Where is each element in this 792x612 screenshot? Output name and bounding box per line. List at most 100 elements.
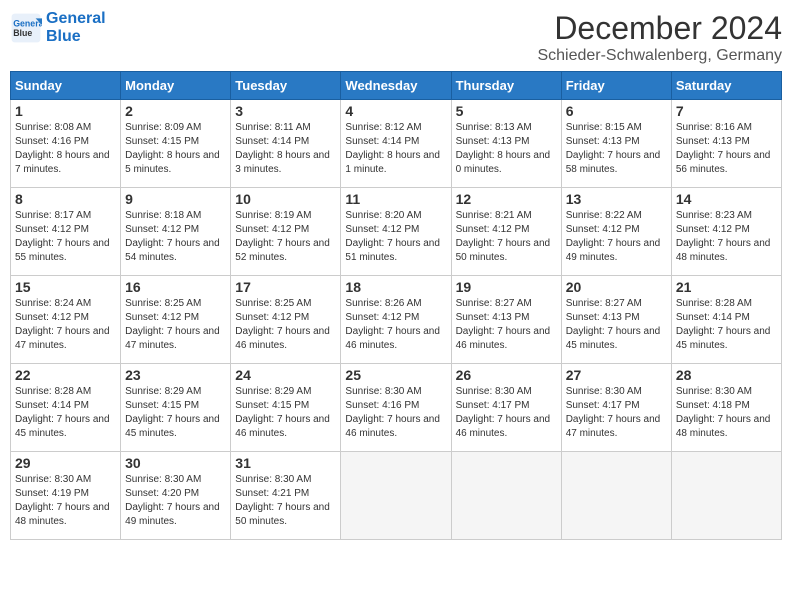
calendar-cell bbox=[451, 452, 561, 540]
day-number: 23 bbox=[125, 367, 226, 383]
calendar-cell: 16 Sunrise: 8:25 AMSunset: 4:12 PMDayligh… bbox=[121, 276, 231, 364]
cell-info: Sunrise: 8:16 AMSunset: 4:13 PMDaylight:… bbox=[676, 121, 777, 177]
header: General Blue General Blue December 2024 … bbox=[10, 10, 782, 65]
day-number: 5 bbox=[456, 103, 557, 119]
calendar-cell bbox=[341, 452, 451, 540]
cell-info: Sunrise: 8:27 AMSunset: 4:13 PMDaylight:… bbox=[456, 297, 557, 353]
day-number: 31 bbox=[235, 455, 336, 471]
day-number: 19 bbox=[456, 279, 557, 295]
day-number: 27 bbox=[566, 367, 667, 383]
calendar-cell: 25 Sunrise: 8:30 AMSunset: 4:16 PMDayligh… bbox=[341, 364, 451, 452]
calendar-cell: 3 Sunrise: 8:11 AMSunset: 4:14 PMDaylight… bbox=[231, 100, 341, 188]
day-number: 14 bbox=[676, 191, 777, 207]
day-number: 3 bbox=[235, 103, 336, 119]
cell-info: Sunrise: 8:28 AMSunset: 4:14 PMDaylight:… bbox=[15, 385, 116, 441]
calendar-cell: 21 Sunrise: 8:28 AMSunset: 4:14 PMDayligh… bbox=[671, 276, 781, 364]
cell-info: Sunrise: 8:30 AMSunset: 4:16 PMDaylight:… bbox=[345, 385, 446, 441]
cell-info: Sunrise: 8:12 AMSunset: 4:14 PMDaylight:… bbox=[345, 121, 446, 177]
calendar-cell: 4 Sunrise: 8:12 AMSunset: 4:14 PMDaylight… bbox=[341, 100, 451, 188]
calendar-cell: 5 Sunrise: 8:13 AMSunset: 4:13 PMDaylight… bbox=[451, 100, 561, 188]
calendar-cell: 14Sunrise: 8:23 AMSunset: 4:12 PMDayligh… bbox=[671, 188, 781, 276]
calendar-cell: 17 Sunrise: 8:25 AMSunset: 4:12 PMDayligh… bbox=[231, 276, 341, 364]
calendar-cell: 12Sunrise: 8:21 AMSunset: 4:12 PMDayligh… bbox=[451, 188, 561, 276]
header-cell-thursday: Thursday bbox=[451, 72, 561, 100]
cell-info: Sunrise: 8:28 AMSunset: 4:14 PMDaylight:… bbox=[676, 297, 777, 353]
cell-info: Sunrise: 8:29 AMSunset: 4:15 PMDaylight:… bbox=[125, 385, 226, 441]
header-cell-wednesday: Wednesday bbox=[341, 72, 451, 100]
calendar-cell: 28 Sunrise: 8:30 AMSunset: 4:18 PMDayligh… bbox=[671, 364, 781, 452]
cell-info: Sunrise: 8:19 AMSunset: 4:12 PMDaylight:… bbox=[235, 209, 336, 265]
day-number: 1 bbox=[15, 103, 116, 119]
day-number: 8 bbox=[15, 191, 116, 207]
cell-info: Sunrise: 8:20 AMSunset: 4:12 PMDaylight:… bbox=[345, 209, 446, 265]
calendar-cell: 6 Sunrise: 8:15 AMSunset: 4:13 PMDaylight… bbox=[561, 100, 671, 188]
day-number: 25 bbox=[345, 367, 446, 383]
title-area: December 2024 Schieder-Schwalenberg, Ger… bbox=[537, 10, 782, 65]
cell-info: Sunrise: 8:27 AMSunset: 4:13 PMDaylight:… bbox=[566, 297, 667, 353]
header-cell-tuesday: Tuesday bbox=[231, 72, 341, 100]
cell-info: Sunrise: 8:26 AMSunset: 4:12 PMDaylight:… bbox=[345, 297, 446, 353]
cell-info: Sunrise: 8:08 AMSunset: 4:16 PMDaylight:… bbox=[15, 121, 116, 177]
day-number: 6 bbox=[566, 103, 667, 119]
cell-info: Sunrise: 8:25 AMSunset: 4:12 PMDaylight:… bbox=[125, 297, 226, 353]
cell-info: Sunrise: 8:13 AMSunset: 4:13 PMDaylight:… bbox=[456, 121, 557, 177]
cell-info: Sunrise: 8:30 AMSunset: 4:17 PMDaylight:… bbox=[566, 385, 667, 441]
day-number: 16 bbox=[125, 279, 226, 295]
month-title: December 2024 bbox=[537, 10, 782, 47]
cell-info: Sunrise: 8:25 AMSunset: 4:12 PMDaylight:… bbox=[235, 297, 336, 353]
cell-info: Sunrise: 8:30 AMSunset: 4:21 PMDaylight:… bbox=[235, 473, 336, 529]
day-number: 9 bbox=[125, 191, 226, 207]
cell-info: Sunrise: 8:17 AMSunset: 4:12 PMDaylight:… bbox=[15, 209, 116, 265]
day-number: 11 bbox=[345, 191, 446, 207]
calendar-cell: 11 Sunrise: 8:20 AMSunset: 4:12 PMDayligh… bbox=[341, 188, 451, 276]
day-number: 7 bbox=[676, 103, 777, 119]
week-row-5: 29Sunrise: 8:30 AMSunset: 4:19 PMDayligh… bbox=[11, 452, 782, 540]
logo-icon: General Blue bbox=[10, 12, 42, 44]
cell-info: Sunrise: 8:09 AMSunset: 4:15 PMDaylight:… bbox=[125, 121, 226, 177]
calendar-cell: 19 Sunrise: 8:27 AMSunset: 4:13 PMDayligh… bbox=[451, 276, 561, 364]
day-number: 4 bbox=[345, 103, 446, 119]
day-number: 29 bbox=[15, 455, 116, 471]
cell-info: Sunrise: 8:21 AMSunset: 4:12 PMDaylight:… bbox=[456, 209, 557, 265]
cell-info: Sunrise: 8:29 AMSunset: 4:15 PMDaylight:… bbox=[235, 385, 336, 441]
week-row-4: 22 Sunrise: 8:28 AMSunset: 4:14 PMDayligh… bbox=[11, 364, 782, 452]
calendar-cell: 9Sunrise: 8:18 AMSunset: 4:12 PMDaylight… bbox=[121, 188, 231, 276]
day-number: 30 bbox=[125, 455, 226, 471]
calendar-cell bbox=[671, 452, 781, 540]
logo: General Blue General Blue bbox=[10, 10, 106, 45]
cell-info: Sunrise: 8:30 AMSunset: 4:18 PMDaylight:… bbox=[676, 385, 777, 441]
day-number: 10 bbox=[235, 191, 336, 207]
calendar-cell: 1 Sunrise: 8:08 AMSunset: 4:16 PMDaylight… bbox=[11, 100, 121, 188]
day-number: 21 bbox=[676, 279, 777, 295]
calendar-cell: 26Sunrise: 8:30 AMSunset: 4:17 PMDayligh… bbox=[451, 364, 561, 452]
day-number: 18 bbox=[345, 279, 446, 295]
cell-info: Sunrise: 8:30 AMSunset: 4:20 PMDaylight:… bbox=[125, 473, 226, 529]
calendar-cell: 10 Sunrise: 8:19 AMSunset: 4:12 PMDayligh… bbox=[231, 188, 341, 276]
day-number: 15 bbox=[15, 279, 116, 295]
calendar-cell: 18 Sunrise: 8:26 AMSunset: 4:12 PMDayligh… bbox=[341, 276, 451, 364]
day-number: 20 bbox=[566, 279, 667, 295]
calendar-cell: 24Sunrise: 8:29 AMSunset: 4:15 PMDayligh… bbox=[231, 364, 341, 452]
cell-info: Sunrise: 8:11 AMSunset: 4:14 PMDaylight:… bbox=[235, 121, 336, 177]
calendar-table: SundayMondayTuesdayWednesdayThursdayFrid… bbox=[10, 71, 782, 540]
day-number: 22 bbox=[15, 367, 116, 383]
calendar-cell: 23 Sunrise: 8:29 AMSunset: 4:15 PMDayligh… bbox=[121, 364, 231, 452]
calendar-cell: 29Sunrise: 8:30 AMSunset: 4:19 PMDayligh… bbox=[11, 452, 121, 540]
calendar-cell: 22 Sunrise: 8:28 AMSunset: 4:14 PMDayligh… bbox=[11, 364, 121, 452]
calendar-cell: 7 Sunrise: 8:16 AMSunset: 4:13 PMDaylight… bbox=[671, 100, 781, 188]
calendar-cell: 27 Sunrise: 8:30 AMSunset: 4:17 PMDayligh… bbox=[561, 364, 671, 452]
header-cell-friday: Friday bbox=[561, 72, 671, 100]
day-number: 17 bbox=[235, 279, 336, 295]
cell-info: Sunrise: 8:30 AMSunset: 4:17 PMDaylight:… bbox=[456, 385, 557, 441]
calendar-cell: 15Sunrise: 8:24 AMSunset: 4:12 PMDayligh… bbox=[11, 276, 121, 364]
week-row-3: 15Sunrise: 8:24 AMSunset: 4:12 PMDayligh… bbox=[11, 276, 782, 364]
calendar-cell: 20 Sunrise: 8:27 AMSunset: 4:13 PMDayligh… bbox=[561, 276, 671, 364]
week-row-2: 8 Sunrise: 8:17 AMSunset: 4:12 PMDaylight… bbox=[11, 188, 782, 276]
header-cell-monday: Monday bbox=[121, 72, 231, 100]
calendar-cell: 2Sunrise: 8:09 AMSunset: 4:15 PMDaylight… bbox=[121, 100, 231, 188]
day-number: 28 bbox=[676, 367, 777, 383]
cell-info: Sunrise: 8:15 AMSunset: 4:13 PMDaylight:… bbox=[566, 121, 667, 177]
calendar-cell: 8 Sunrise: 8:17 AMSunset: 4:12 PMDaylight… bbox=[11, 188, 121, 276]
calendar-cell bbox=[561, 452, 671, 540]
header-cell-saturday: Saturday bbox=[671, 72, 781, 100]
